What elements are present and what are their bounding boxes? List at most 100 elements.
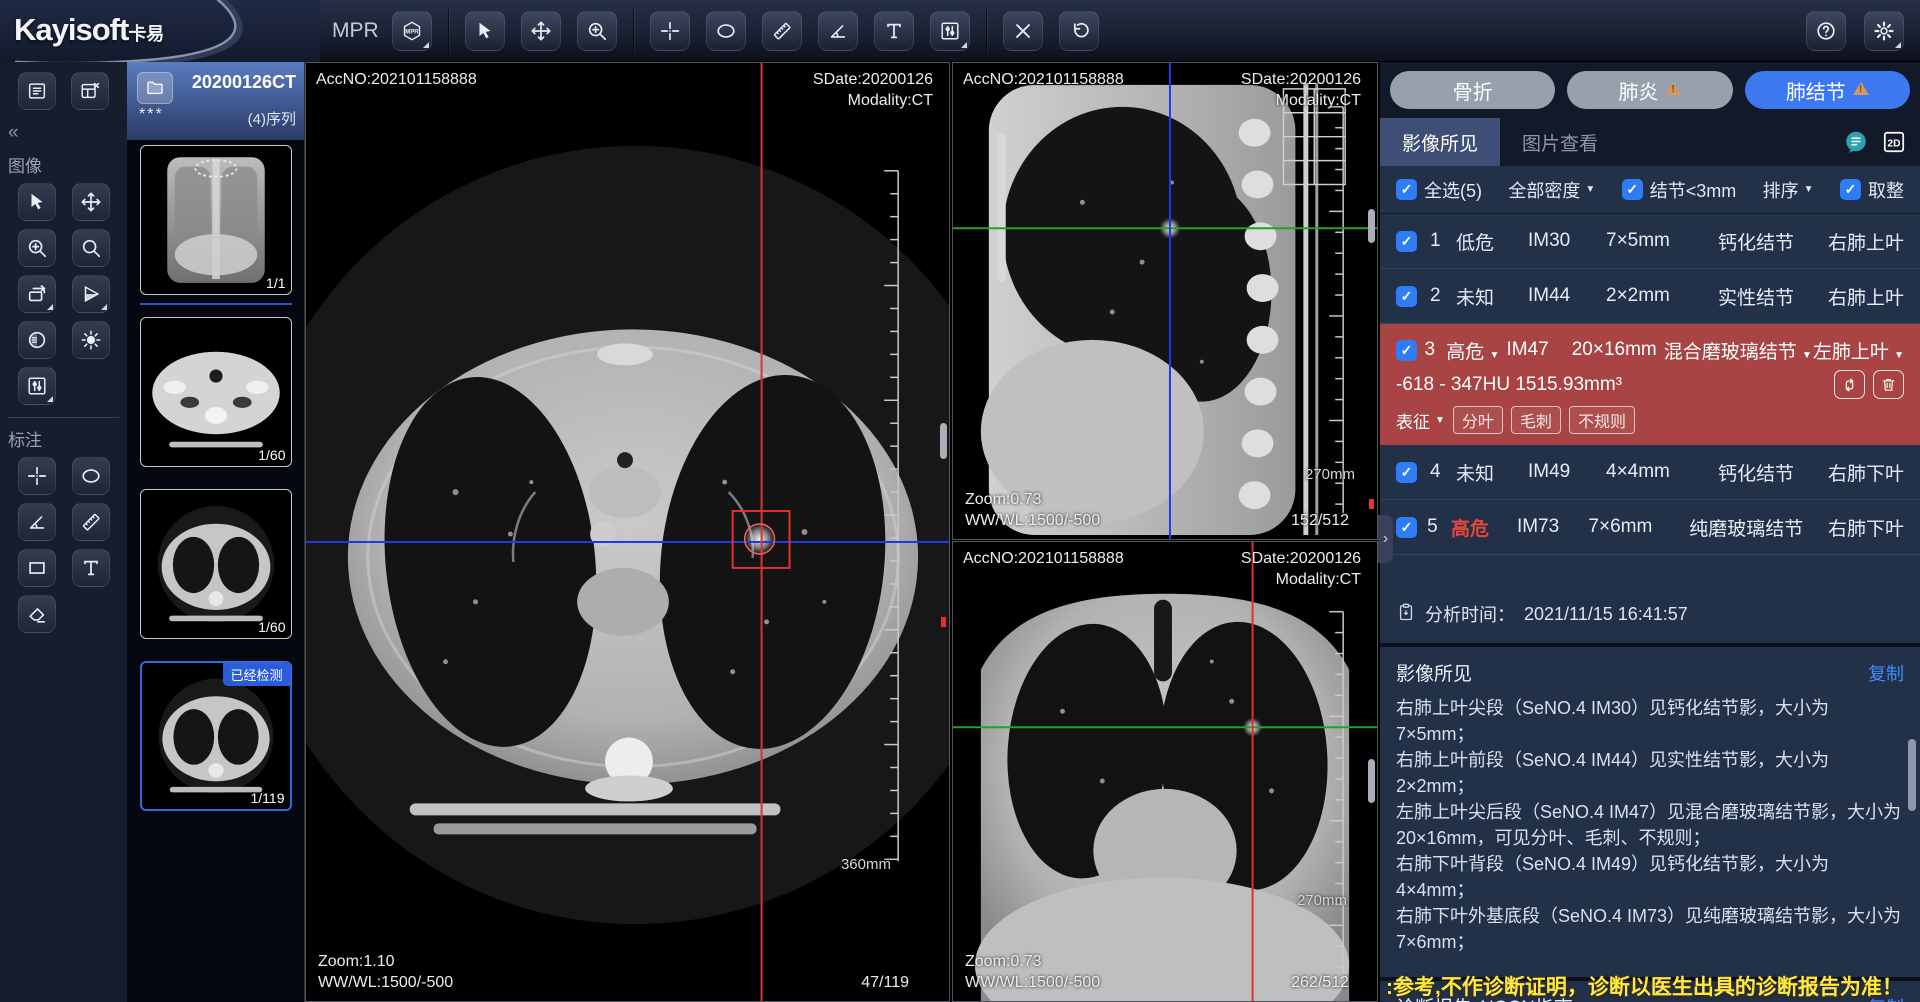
annotate-ellipse-button[interactable] [72, 457, 110, 495]
ruler-tool-button[interactable] [762, 11, 802, 51]
reset-button[interactable] [1059, 11, 1099, 51]
annotate-rect-button[interactable] [18, 549, 56, 587]
ellipse-tool-button[interactable] [706, 11, 746, 51]
copy-findings-button[interactable]: 复制 [1868, 660, 1904, 686]
thumbnail-slice-label: 1/1 [266, 275, 285, 291]
coronal-scale-label: 270mm [1297, 892, 1347, 909]
thumbnail-list: 1/1 1/60 1/60 已经检测1/119 [127, 140, 304, 811]
nodule-risk[interactable]: 高危 ▼ [1446, 337, 1506, 364]
zoom-in-tool-button[interactable] [577, 11, 617, 51]
annotate-eraser-button[interactable] [18, 595, 56, 633]
thumbnail-series-2[interactable]: 1/60 [140, 317, 292, 467]
image-pointer-button[interactable] [18, 183, 56, 221]
panel-collapse-handle[interactable]: › [1378, 515, 1393, 563]
sagittal-study-info: SDate:20200126Modality:CT [1241, 69, 1361, 111]
angle-tool-button[interactable] [818, 11, 858, 51]
image-window-level-button[interactable] [18, 367, 56, 405]
nodule-row[interactable]: ✓5高危IM737×6mm纯磨玻璃结节右肺下叶 [1380, 500, 1920, 555]
nodule-location: 右肺下叶 [1794, 459, 1904, 486]
nodule-risk: 未知 [1456, 283, 1528, 310]
coronal-scrollbar[interactable] [1366, 542, 1375, 1001]
ai-module-1-button[interactable]: 骨折 [1390, 71, 1555, 109]
coronal-scrollbar-handle[interactable] [1368, 759, 1375, 803]
delete-nodule-button[interactable] [1873, 370, 1904, 399]
ai-module-3-button[interactable]: 肺结节! [1745, 71, 1910, 109]
annotate-ruler-button[interactable] [72, 503, 110, 541]
round-label: 取整 [1868, 177, 1904, 203]
feature-chip[interactable]: 不规则 [1569, 406, 1635, 434]
close-layout-button[interactable] [71, 72, 109, 110]
select-all-checkbox[interactable]: ✓ [1396, 179, 1417, 200]
nodule-row-selected[interactable]: ✓3高危 ▼IM4720×16mm混合磨玻璃结节 ▼左肺上叶 ▼-618 - 3… [1380, 324, 1920, 445]
annotate-text-button[interactable] [72, 549, 110, 587]
thumbnail-series-4[interactable]: 已经检测1/119 [140, 661, 292, 811]
axial-nodule-marker [941, 617, 946, 627]
sagittal-scrollbar-handle[interactable] [1368, 209, 1375, 243]
coronal-ct-image[interactable] [953, 542, 1377, 1001]
sagittal-viewport[interactable]: AccNO:202101158888 SDate:20200126Modalit… [952, 62, 1378, 540]
open-study-button[interactable] [137, 72, 173, 104]
nodule-row[interactable]: ✓4未知IM494×4mm钙化结节右肺下叶 [1380, 445, 1920, 500]
density-filter-dropdown[interactable]: 全部密度▼ [1508, 177, 1595, 203]
follow-up-compare-button[interactable] [1834, 370, 1865, 399]
image-invert-button[interactable] [18, 321, 56, 359]
nodule-type[interactable]: 混合磨玻璃结节 ▼ [1664, 337, 1812, 364]
coronal-accno: AccNO:202101158888 [963, 548, 1124, 569]
round-checkbox[interactable]: ✓ [1840, 179, 1861, 200]
axial-scrollbar[interactable] [938, 63, 947, 1001]
select-all-control[interactable]: ✓全选(5) [1396, 177, 1482, 203]
crosshair-tool-button[interactable] [650, 11, 690, 51]
image-magnify-button[interactable] [72, 229, 110, 267]
feature-chip[interactable]: 分叶 [1453, 406, 1503, 434]
pan-tool-button[interactable] [521, 11, 561, 51]
report-bubble-icon[interactable] [1842, 128, 1870, 156]
2d-view-icon[interactable]: 2D [1880, 128, 1908, 156]
nodule-row[interactable]: ✓1低危IM307×5mm钙化结节右肺上叶 [1380, 214, 1920, 269]
pointer-tool-button[interactable] [465, 11, 505, 51]
help-button[interactable] [1806, 11, 1846, 51]
image-flip-button[interactable] [72, 275, 110, 313]
tab-image-view[interactable]: 图片查看 [1500, 118, 1620, 166]
coronal-viewport[interactable]: AccNO:202101158888 SDate:20200126Modalit… [952, 541, 1378, 1002]
image-rotate-button[interactable] [18, 275, 56, 313]
collapse-sidebar-button[interactable]: « [8, 122, 28, 144]
small-nodule-control[interactable]: ✓结节<3mm [1622, 177, 1737, 203]
thumbnail-series-3[interactable]: 1/60 [140, 489, 292, 639]
feature-dropdown[interactable]: 表征 ▼ [1396, 408, 1445, 433]
window-level-button[interactable] [930, 11, 970, 51]
settings-button[interactable] [1864, 11, 1904, 51]
analysis-time-label: 分析时间： [1425, 601, 1515, 627]
top-toolbar: Kayisoft卡易 MPR MPR [0, 0, 1920, 62]
small-nodule-checkbox[interactable]: ✓ [1622, 179, 1643, 200]
nodule-checkbox[interactable]: ✓ [1396, 231, 1417, 252]
image-zoom-in-button[interactable] [18, 229, 56, 267]
ai-module-2-button[interactable]: 肺炎! [1567, 71, 1732, 109]
round-control[interactable]: ✓ 取整 [1840, 177, 1904, 203]
delete-annotation-button[interactable] [1003, 11, 1043, 51]
axial-scrollbar-handle[interactable] [940, 423, 947, 459]
mpr-layout-button[interactable]: MPR [392, 11, 432, 51]
nodule-row[interactable]: ✓2未知IM442×2mm实性结节右肺上叶 [1380, 269, 1920, 324]
annotate-crosshair-button[interactable] [18, 457, 56, 495]
nodule-size: 7×5mm [1606, 230, 1716, 252]
nodule-checkbox[interactable]: ✓ [1396, 462, 1417, 483]
feature-chip[interactable]: 毛刺 [1511, 406, 1561, 434]
sagittal-scrollbar[interactable] [1366, 63, 1375, 539]
annotate-angle-button[interactable] [18, 503, 56, 541]
series-panel: 20200126CT *** (4)序列 1/11/601/60已经检测1/11… [127, 62, 305, 1002]
nodule-location[interactable]: 左肺上叶 ▼ [1812, 337, 1904, 364]
nodule-image-number: IM44 [1528, 285, 1606, 307]
nodule-checkbox[interactable]: ✓ [1396, 517, 1417, 538]
image-brightness-button[interactable] [72, 321, 110, 359]
image-pan-button[interactable] [72, 183, 110, 221]
nodule-axial [744, 523, 776, 555]
nodule-checkbox[interactable]: ✓ [1396, 340, 1417, 361]
findings-scrollbar-handle[interactable] [1908, 739, 1916, 811]
text-tool-button[interactable] [874, 11, 914, 51]
axial-viewport[interactable]: AccNO:202101158888 SDate:20200126Modalit… [305, 62, 950, 1002]
sort-dropdown[interactable]: 排序▼ [1763, 177, 1814, 203]
tab-findings[interactable]: 影像所见 [1380, 118, 1500, 166]
thumbnail-series-1[interactable]: 1/1 [140, 145, 292, 295]
nodule-checkbox[interactable]: ✓ [1396, 286, 1417, 307]
series-list-button[interactable] [18, 72, 56, 110]
